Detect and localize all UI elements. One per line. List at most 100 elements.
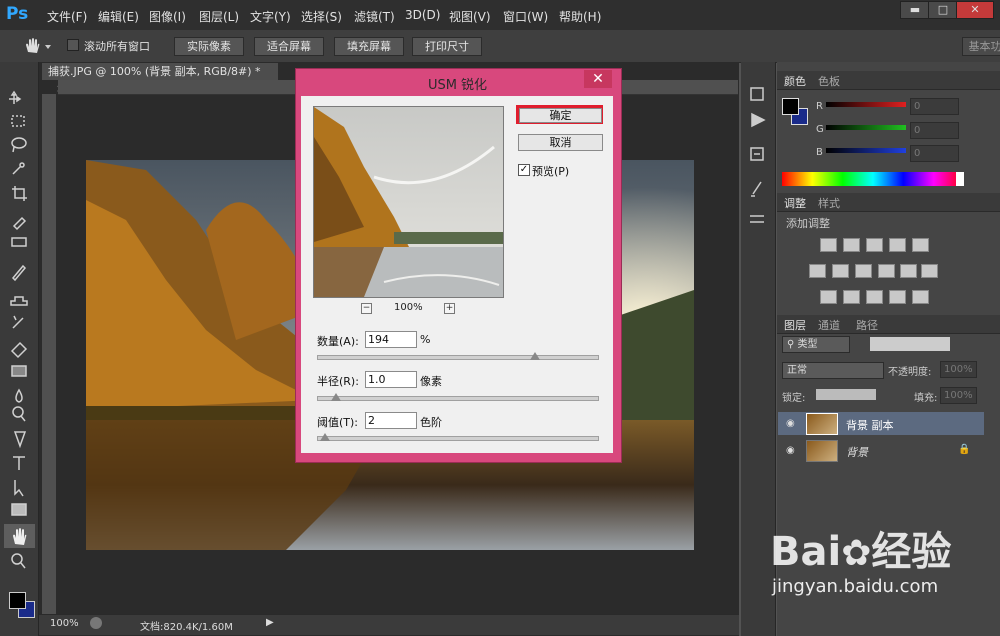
layer-name: 背景: [846, 446, 868, 459]
layer-filter-select[interactable]: ⚲ 类型: [782, 336, 850, 353]
opacity-label: 不透明度:: [888, 367, 932, 378]
tab-styles[interactable]: 样式: [818, 195, 840, 211]
channel-r-slider[interactable]: [826, 102, 906, 107]
posterize-adjust-icon[interactable]: [843, 290, 860, 304]
color-lookup-adjust-icon[interactable]: [921, 264, 938, 278]
layer-visibility-eye-icon[interactable]: ◉: [786, 418, 795, 429]
foreground-color-swatch[interactable]: [9, 592, 26, 609]
channel-r-value[interactable]: 0: [910, 98, 959, 115]
fill-value[interactable]: 100%: [940, 387, 977, 404]
brightness-adjust-icon[interactable]: [820, 238, 837, 252]
selective-color-adjust-icon[interactable]: [889, 290, 906, 304]
opacity-value[interactable]: 100%: [940, 361, 977, 378]
filter-preview-window[interactable]: [313, 106, 504, 298]
layer-thumbnail: [806, 440, 838, 462]
amount-slider-thumb[interactable]: [529, 352, 540, 360]
dialog-title: USM 锐化: [427, 78, 488, 93]
status-arrow-icon[interactable]: ▶: [266, 617, 274, 628]
color-spectrum-bar[interactable]: [782, 172, 964, 186]
minimize-button[interactable]: ▬: [900, 1, 930, 19]
menu-3d[interactable]: 3D(D): [405, 8, 440, 22]
menu-help[interactable]: 帮助(H): [559, 8, 601, 25]
channel-b-slider[interactable]: [826, 148, 906, 153]
zoom-level[interactable]: 100%: [50, 618, 79, 629]
channel-mixer-adjust-icon[interactable]: [900, 264, 917, 278]
menu-type[interactable]: 文字(Y): [250, 8, 291, 25]
scroll-all-label: 滚动所有窗口: [84, 40, 150, 53]
menu-filter[interactable]: 滤镜(T): [354, 8, 395, 25]
actual-pixels-button[interactable]: 实际像素: [174, 37, 244, 56]
gradient-map-adjust-icon[interactable]: [912, 290, 929, 304]
threshold-slider-thumb[interactable]: [319, 433, 330, 441]
menu-image[interactable]: 图像(I): [149, 8, 186, 25]
clone-stamp-tool-icon: [10, 296, 28, 306]
quick-select-tool-icon: [12, 162, 25, 175]
document-tab[interactable]: 捕获.JPG @ 100% (背景 副本, RGB/8#) * ×: [42, 63, 278, 95]
maximize-button[interactable]: □: [928, 1, 958, 19]
radius-input[interactable]: 1.0: [365, 371, 417, 388]
channel-b-label: B: [816, 147, 823, 158]
lock-icons[interactable]: [816, 389, 876, 400]
black-white-adjust-icon[interactable]: [855, 264, 872, 278]
threshold-adjust-icon[interactable]: [866, 290, 883, 304]
dialog-close-button[interactable]: ✕: [584, 70, 612, 88]
menu-view[interactable]: 视图(V): [449, 8, 491, 25]
tab-swatches[interactable]: 色板: [818, 73, 840, 89]
menu-edit[interactable]: 编辑(E): [98, 8, 139, 25]
hand-tool-preset-icon[interactable]: [22, 36, 52, 56]
threshold-input[interactable]: 2: [365, 412, 417, 429]
amount-input[interactable]: 194: [365, 331, 417, 348]
fit-screen-button[interactable]: 适合屏幕: [254, 37, 324, 56]
zoom-in-button[interactable]: +: [444, 303, 455, 314]
color-fg-swatch[interactable]: [782, 98, 799, 115]
zoom-out-button[interactable]: −: [361, 303, 372, 314]
ok-button[interactable]: 确定: [519, 108, 602, 123]
curves-adjust-icon[interactable]: [866, 238, 883, 252]
tab-paths[interactable]: 路径: [856, 317, 878, 333]
layer-filter-icons[interactable]: [870, 337, 950, 351]
workspace-button[interactable]: 基本功: [962, 37, 1000, 56]
watermark-brand-2: 经验: [871, 529, 952, 575]
preview-checkbox[interactable]: ✓: [518, 164, 530, 176]
layer-visibility-eye-icon[interactable]: ◉: [786, 445, 795, 456]
layer-filter-label: 类型: [797, 339, 818, 350]
color-balance-adjust-icon[interactable]: [832, 264, 849, 278]
close-window-button[interactable]: ✕: [956, 1, 994, 19]
menu-window[interactable]: 窗口(W): [503, 8, 548, 25]
lock-icon: 🔒: [958, 444, 971, 455]
levels-adjust-icon[interactable]: [843, 238, 860, 252]
blend-mode-select[interactable]: 正常: [782, 362, 884, 379]
radius-slider-thumb[interactable]: [331, 393, 341, 401]
hue-saturation-adjust-icon[interactable]: [809, 264, 826, 278]
photo-filter-adjust-icon[interactable]: [878, 264, 895, 278]
layer-row-background[interactable]: ◉ 背景 🔒: [778, 439, 984, 462]
status-menu-icon[interactable]: [90, 617, 102, 629]
cancel-button[interactable]: 取消: [518, 134, 603, 151]
channel-g-slider[interactable]: [826, 125, 906, 130]
amount-slider-track[interactable]: [317, 355, 599, 360]
print-size-button[interactable]: 打印尺寸: [412, 37, 482, 56]
properties-panel-icon: [750, 147, 764, 161]
menu-file[interactable]: 文件(F): [47, 8, 87, 25]
vibrance-adjust-icon[interactable]: [912, 238, 929, 252]
tab-channels[interactable]: 通道: [818, 317, 840, 333]
tab-color[interactable]: 颜色: [784, 73, 806, 89]
tab-layers[interactable]: 图层: [784, 317, 806, 333]
spectrum-white[interactable]: [956, 172, 964, 186]
layer-row-background-copy[interactable]: ◉ 背景 副本: [778, 412, 984, 435]
menu-layer[interactable]: 图层(L): [199, 8, 239, 25]
threshold-slider-track[interactable]: [317, 436, 599, 441]
hand-tool-selected[interactable]: [4, 524, 35, 548]
scroll-all-checkbox[interactable]: [67, 39, 79, 51]
fill-screen-button[interactable]: 填充屏幕: [334, 37, 404, 56]
tab-adjustments[interactable]: 调整: [784, 195, 806, 211]
exposure-adjust-icon[interactable]: [889, 238, 906, 252]
menu-select[interactable]: 选择(S): [301, 8, 342, 25]
channel-b-value[interactable]: 0: [910, 145, 959, 162]
threshold-label: 阈值(T):: [317, 416, 359, 429]
radius-slider-track[interactable]: [317, 396, 599, 401]
channel-g-value[interactable]: 0: [910, 122, 959, 139]
watermark-url: jingyan.baidu.com: [772, 576, 939, 597]
panel-shortcut-icons[interactable]: [741, 84, 775, 234]
invert-adjust-icon[interactable]: [820, 290, 837, 304]
